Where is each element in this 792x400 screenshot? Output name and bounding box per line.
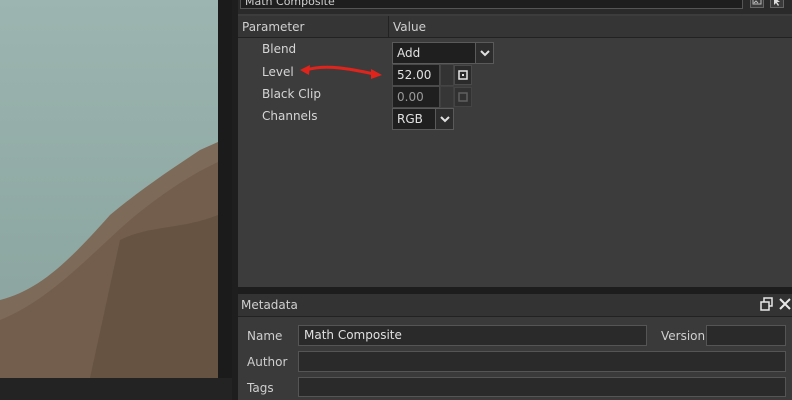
image-viewer[interactable] — [0, 0, 232, 400]
blend-value: Add — [397, 46, 421, 60]
tags-label: Tags — [247, 381, 274, 395]
parameters-header: Parameter Value — [238, 16, 792, 38]
parameter-column-header[interactable]: Parameter — [242, 16, 304, 37]
param-label-channels: Channels — [262, 109, 318, 123]
column-divider[interactable] — [388, 16, 389, 37]
channels-value: RGB — [397, 112, 423, 126]
channels-select[interactable]: RGB — [392, 108, 454, 130]
author-label: Author — [247, 355, 288, 369]
param-label-level: Level — [262, 65, 294, 79]
param-label-blend: Blend — [262, 42, 297, 56]
keyframe-icon[interactable] — [454, 65, 472, 85]
close-icon[interactable] — [778, 297, 792, 311]
composite-name-field[interactable]: Math Composite — [240, 0, 743, 9]
chevron-down-icon[interactable] — [435, 109, 453, 129]
metadata-header: Metadata — [238, 294, 792, 317]
black-clip-slider-handle[interactable] — [440, 86, 454, 108]
name-field[interactable]: Math Composite — [298, 325, 647, 346]
level-input[interactable]: 52.00 — [392, 64, 440, 86]
metadata-title: Metadata — [241, 298, 298, 312]
param-label-black-clip: Black Clip — [262, 87, 321, 101]
restore-window-icon[interactable] — [760, 297, 774, 311]
name-label: Name — [247, 329, 283, 343]
level-slider-handle[interactable] — [440, 64, 454, 86]
viewer-image — [0, 0, 218, 378]
blend-select[interactable]: Add — [392, 42, 494, 64]
chevron-down-icon[interactable] — [475, 43, 493, 63]
author-field[interactable] — [298, 351, 786, 372]
version-label: Version — [661, 329, 706, 343]
parameters-panel — [238, 14, 792, 287]
viewer-bottom-border — [0, 378, 232, 400]
black-clip-input[interactable]: 0.00 — [392, 86, 440, 108]
tags-field[interactable] — [298, 377, 786, 397]
image-icon[interactable] — [750, 0, 764, 8]
version-field[interactable] — [706, 325, 786, 346]
panel-splitter[interactable] — [238, 287, 792, 294]
keyframe-icon[interactable] — [454, 87, 472, 107]
value-column-header[interactable]: Value — [393, 16, 426, 37]
cursor-tool-icon[interactable] — [770, 0, 784, 8]
annotation-arrow-icon — [300, 65, 382, 79]
